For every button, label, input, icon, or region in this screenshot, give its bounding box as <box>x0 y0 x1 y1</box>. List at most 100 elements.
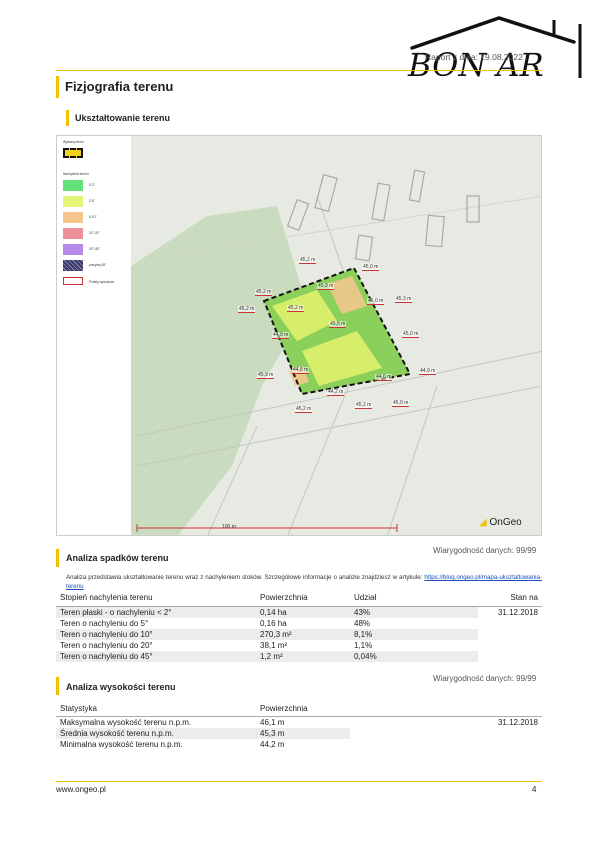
row-date <box>478 618 542 629</box>
table-row: Średnia wysokość terenu n.p.m. 45,3 m <box>56 728 542 739</box>
report-date: Raport z dnia: 19.08.2022 <box>425 52 523 62</box>
elevation-label: 44,9 m <box>419 368 437 375</box>
row-date <box>478 629 542 640</box>
row-value: 45,3 m <box>256 728 350 739</box>
table-row: Teren o nachyleniu do 10° 270,3 m² 8,1% <box>56 629 542 640</box>
row-area: 0,16 ha <box>260 619 287 628</box>
table-row: Teren płaski - o nachyleniu < 2° 0,14 ha… <box>56 606 542 618</box>
legend-swatch <box>63 212 83 223</box>
legend-swatch <box>63 228 83 239</box>
legend-swatch <box>63 196 83 207</box>
table-row: Minimalna wysokość terenu n.p.m. 44,2 m <box>56 739 542 750</box>
row-spacer <box>350 728 478 739</box>
row-label: Teren o nachyleniu do 5° <box>60 619 149 628</box>
elevation-label: 45,2 m <box>255 289 273 296</box>
brand-mark-icon: ◢ <box>479 517 487 528</box>
row-date <box>478 728 542 739</box>
legend-label: 0-2° <box>89 183 95 187</box>
row-area: 270,3 m² <box>256 629 350 640</box>
elevation-label: 45,2 m <box>295 406 313 413</box>
section-accent <box>56 677 59 695</box>
col-header-area: Powierzchnia <box>256 590 350 607</box>
row-date <box>478 651 542 662</box>
table-header-row: Statystyka Powierzchnia <box>56 702 542 717</box>
row-label: Minimalna wysokość terenu n.p.m. <box>60 740 183 749</box>
row-share: 1,1% <box>354 641 373 650</box>
elevation-label: 45,5 m <box>329 321 347 328</box>
elevation-label: 44,8 m <box>292 367 310 374</box>
col-header-statistic: Statystyka <box>56 702 256 717</box>
heights-table: Statystyka Powierzchnia Maksymalna wysok… <box>56 702 542 750</box>
row-date: 31.12.2018 <box>497 718 538 727</box>
slopes-reliability: Wiarygodność danych: 99/99 <box>433 546 537 555</box>
row-date: 31.12.2018 <box>497 608 538 617</box>
row-label: Teren o nachyleniu do 20° <box>60 641 153 650</box>
elevation-label: 45,0 m <box>362 264 380 271</box>
row-share: 8,1% <box>350 629 478 640</box>
elevation-label: 45,0 m <box>392 400 410 407</box>
elevation-label: 45,2 m <box>355 402 373 409</box>
section-accent <box>66 110 69 126</box>
terrain-map: 100 m 45,2 m 45,0 m 45,9 m 45,2 m 46,0 m 45,3… <box>56 135 542 536</box>
slopes-description: Analiza przedstawia ukształtowanie teren… <box>66 574 542 591</box>
col-header-area: Powierzchnia <box>256 702 350 717</box>
col-header-empty <box>350 702 478 717</box>
row-spacer <box>350 717 478 729</box>
row-value: 44,2 m <box>260 740 285 749</box>
footer-divider <box>56 781 542 782</box>
row-label: Teren o nachyleniu do 10° <box>56 629 256 640</box>
section-title-heights: Analiza wysokości terenu <box>66 682 176 692</box>
row-value: 46,1 m <box>260 718 285 727</box>
table-row: Maksymalna wysokość terenu n.p.m. 46,1 m… <box>56 717 542 729</box>
heights-reliability: Wiarygodność danych: 99/99 <box>433 674 537 683</box>
elevation-label: 44,2 m <box>327 389 345 396</box>
elevation-label: 45,3 m <box>395 296 413 303</box>
row-area: 1,2 m² <box>256 651 350 662</box>
section-accent <box>56 549 59 567</box>
page-title: Fizjografia terenu <box>65 79 174 94</box>
legend-label: 20°-45° <box>89 247 100 251</box>
row-share: 0,04% <box>350 651 478 662</box>
legend-label: powyżej 45° <box>89 263 107 267</box>
col-header-empty <box>478 702 542 717</box>
scale-label: 100 m <box>222 524 236 530</box>
legend-boundary-swatch <box>63 148 83 158</box>
row-share: 48% <box>354 619 371 628</box>
bonart-logo: BON AR <box>407 16 582 84</box>
elevation-label: 45,0 m <box>402 331 420 338</box>
col-header-degree: Stopień nachylenia terenu <box>56 590 256 607</box>
elevation-label: 45,2 m <box>299 257 317 264</box>
row-label: Średnia wysokość terenu n.p.m. <box>56 728 256 739</box>
row-date <box>478 739 542 750</box>
legend-swatch <box>63 260 83 271</box>
page-number: 4 <box>532 785 537 794</box>
title-accent <box>56 76 59 98</box>
description-text: Analiza przedstawia ukształtowanie teren… <box>66 574 423 581</box>
row-date <box>478 640 542 651</box>
elevation-label: 45,9 m <box>317 283 335 290</box>
legend-label: 5-10° <box>89 215 97 219</box>
elevation-label: 46,0 m <box>367 298 385 305</box>
legend-slopes-title: Nachylenie terenu <box>63 172 89 176</box>
row-share: 43% <box>350 606 478 618</box>
col-header-date: Stan na <box>478 590 542 607</box>
map-legend: Wybrany teren Nachylenie terenu 0-2° 2-5°… <box>57 136 131 535</box>
legend-heights-swatch <box>63 277 83 285</box>
brand-name: OnGeo <box>489 517 522 528</box>
table-row: Teren o nachyleniu do 5° 0,16 ha 48% <box>56 618 542 629</box>
elevation-label: 44,9 m <box>272 332 290 339</box>
legend-swatch <box>63 244 83 255</box>
row-label: Teren płaski - o nachyleniu < 2° <box>56 606 256 618</box>
footer-url: www.ongeo.pl <box>56 785 106 794</box>
row-spacer <box>350 739 478 750</box>
legend-heights-title: Punkty wysokości <box>89 280 115 284</box>
elevation-label: 45,2 m <box>287 305 305 312</box>
legend-boundary-title: Wybrany teren <box>63 140 84 144</box>
col-header-share: Udział <box>350 590 478 607</box>
table-row: Teren o nachyleniu do 20° 38,1 m² 1,1% <box>56 640 542 651</box>
row-area: 38,1 m² <box>260 641 288 650</box>
row-label: Maksymalna wysokość terenu n.p.m. <box>60 718 192 727</box>
table-row: Teren o nachyleniu do 45° 1,2 m² 0,04% <box>56 651 542 662</box>
legend-swatch <box>63 180 83 191</box>
table-header-row: Stopień nachylenia terenu Powierzchnia U… <box>56 590 542 607</box>
